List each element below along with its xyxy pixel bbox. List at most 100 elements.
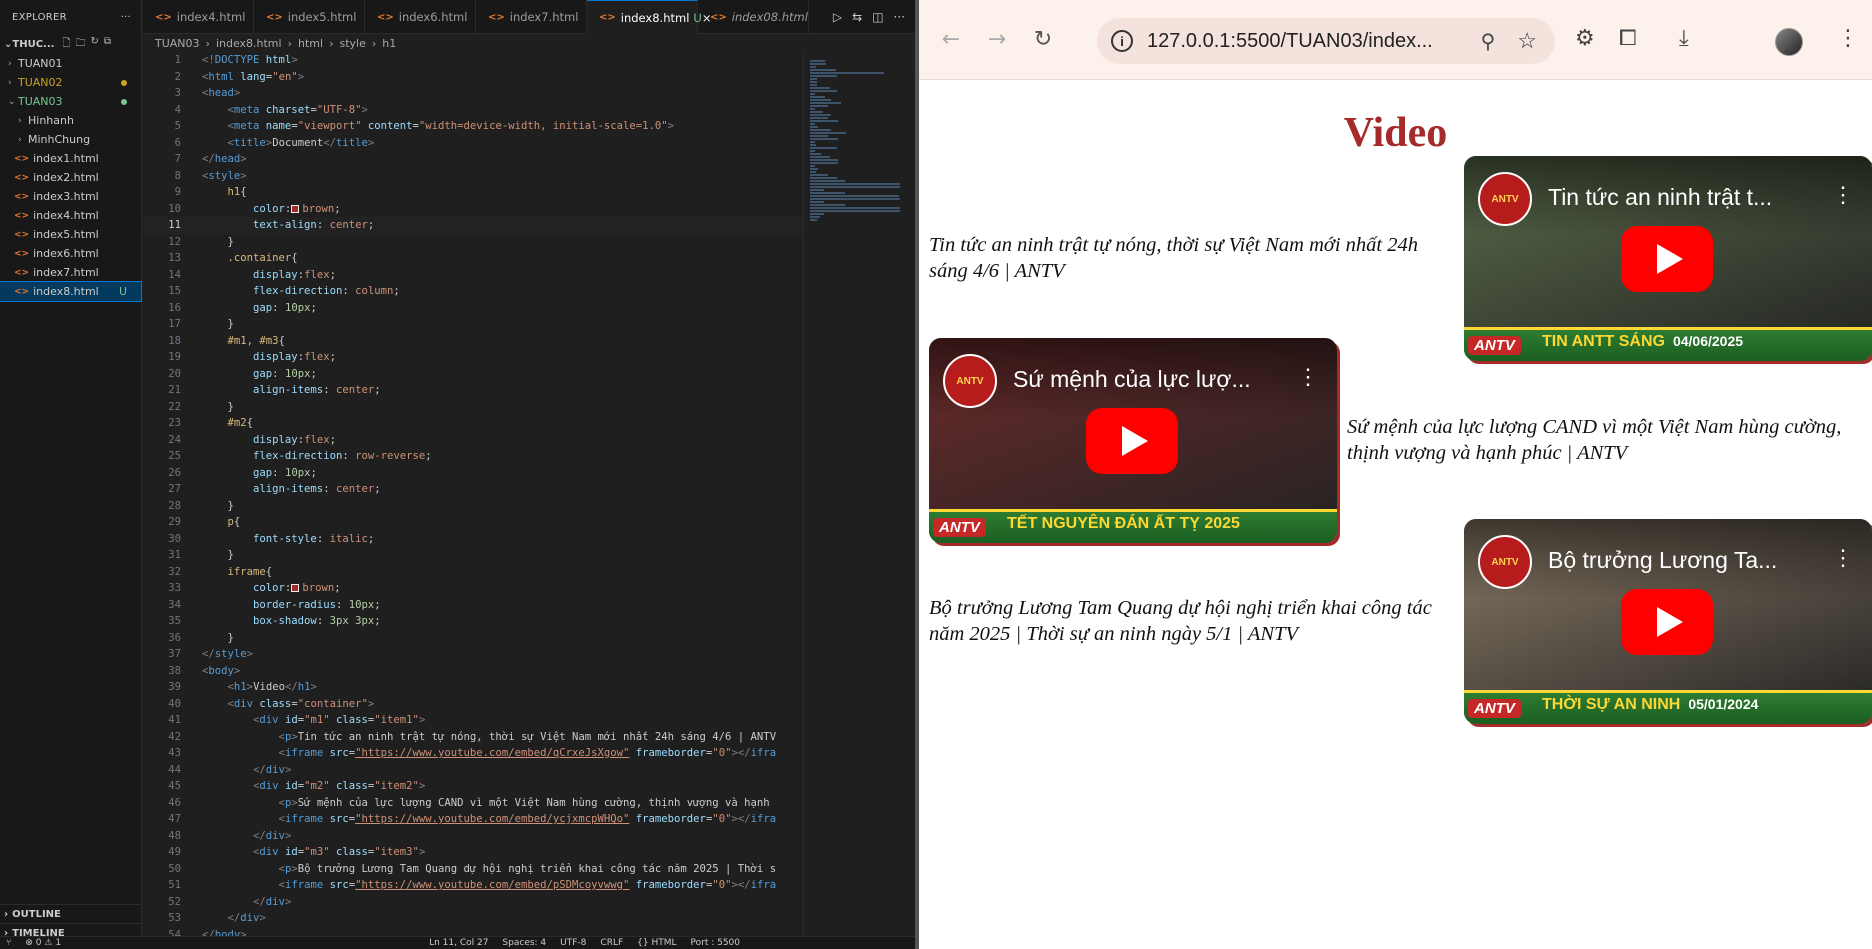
split-editor-icon[interactable]: ◫ — [872, 10, 883, 24]
code-line[interactable]: 48 </div> — [143, 828, 803, 845]
channel-logo[interactable]: ANTV — [943, 354, 997, 408]
folder-item[interactable]: › MinhChung — [0, 130, 141, 149]
channel-logo[interactable]: ANTV — [1478, 172, 1532, 226]
editor-tab[interactable]: <> index5.html — [254, 0, 365, 34]
editor-tab[interactable]: <> index6.html — [365, 0, 476, 34]
code-line[interactable]: 46 <p>Sứ mệnh của lực lượng CAND vì một … — [143, 795, 803, 812]
code-line[interactable]: 4 <meta charset="UTF-8"> — [143, 102, 803, 119]
code-line[interactable]: 33 color: brown; — [143, 580, 803, 597]
youtube-embed[interactable]: ANTV Tin tức an ninh trật t... ⋮ ANTV TIN AN… — [1464, 156, 1872, 361]
profile-avatar[interactable] — [1775, 28, 1803, 56]
editor-tab[interactable]: <> index8.html U × — [587, 0, 711, 34]
breadcrumb-item[interactable]: TUAN03 — [155, 37, 200, 50]
video-title[interactable]: Tin tức an ninh trật t... — [1548, 184, 1828, 211]
editor-tab[interactable]: <> index7.html — [476, 0, 587, 34]
code-line[interactable]: 10 color: brown; — [143, 201, 803, 218]
site-info-icon[interactable]: i — [1111, 30, 1133, 52]
code-line[interactable]: 24 display:flex; — [143, 432, 803, 449]
code-line[interactable]: 20 gap: 10px; — [143, 366, 803, 383]
download-icon[interactable]: ⤓ — [1679, 26, 1689, 51]
more-options-icon[interactable]: ⋮ — [1832, 545, 1854, 571]
url-text[interactable]: 127.0.0.1:5500/TUAN03/index... — [1147, 30, 1433, 53]
more-icon[interactable]: ··· — [894, 10, 905, 24]
code-line[interactable]: 21 align-items: center; — [143, 382, 803, 399]
forward-arrow-icon[interactable]: → — [977, 20, 1017, 60]
code-line[interactable]: 37 </style> — [143, 646, 803, 663]
color-swatch[interactable] — [291, 584, 300, 592]
more-options-icon[interactable]: ⋮ — [1832, 182, 1854, 208]
workspace-root[interactable]: ⌄ THUC... 🗋 🗀 ↻ ⧉ — [0, 34, 141, 54]
editor-tab[interactable]: <> index4.html — [143, 0, 254, 34]
channel-logo[interactable]: ANTV — [1478, 535, 1532, 589]
code-line[interactable]: 18 #m1, #m3{ — [143, 333, 803, 350]
youtube-embed[interactable]: ANTV Sứ mệnh của lực lượ... ⋮ ANTV TẾT NGUYÊ… — [929, 338, 1337, 543]
code-line[interactable]: 30 font-style: italic; — [143, 531, 803, 548]
editor-tab[interactable]: <> index08.html — [698, 0, 809, 34]
file-item[interactable]: <> index1.html — [0, 149, 141, 168]
reload-icon[interactable]: ↻ — [1023, 20, 1063, 60]
code-line[interactable]: 52 </div> — [143, 894, 803, 911]
play-button-icon[interactable] — [1621, 589, 1713, 655]
play-button-icon[interactable] — [1621, 226, 1713, 292]
folder-item[interactable]: ⌄ TUAN03 — [0, 92, 141, 111]
file-item[interactable]: <> index3.html — [0, 187, 141, 206]
minimap[interactable] — [803, 52, 915, 936]
code-line[interactable]: 1 <!DOCTYPE html> — [143, 52, 803, 69]
folder-item[interactable]: › TUAN01 — [0, 54, 141, 73]
file-item[interactable]: <> index5.html — [0, 225, 141, 244]
outline-section[interactable]: › OUTLINE — [0, 904, 142, 923]
status-item[interactable]: {} HTML — [637, 938, 676, 948]
code-line[interactable]: 8 <style> — [143, 168, 803, 185]
file-item[interactable]: <> index7.html — [0, 263, 141, 282]
play-button-icon[interactable] — [1086, 408, 1178, 474]
code-line[interactable]: 9 h1{ — [143, 184, 803, 201]
code-line[interactable]: 23 #m2{ — [143, 415, 803, 432]
status-item[interactable]: Ln 11, Col 27 — [429, 938, 488, 948]
code-line[interactable]: 19 display:flex; — [143, 349, 803, 366]
file-item[interactable]: <> index4.html — [0, 206, 141, 225]
code-line[interactable]: 35 box-shadow: 3px 3px; — [143, 613, 803, 630]
video-title[interactable]: Sứ mệnh của lực lượ... — [1013, 366, 1293, 393]
run-icon[interactable]: ▷ — [833, 10, 842, 24]
code-line[interactable]: 32 iframe{ — [143, 564, 803, 581]
status-item[interactable]: UTF-8 — [560, 938, 586, 948]
code-line[interactable]: 51 <iframe src="https://www.youtube.com/… — [143, 877, 803, 894]
breadcrumb-item[interactable]: html — [298, 37, 323, 50]
code-line[interactable]: 34 border-radius: 10px; — [143, 597, 803, 614]
code-line[interactable]: 6 <title>Document</title> — [143, 135, 803, 152]
status-item[interactable]: Spaces: 4 — [502, 938, 546, 948]
code-line[interactable]: 54 </body> — [143, 927, 803, 937]
new-folder-icon[interactable]: 🗀 — [75, 36, 85, 53]
code-line[interactable]: 36 } — [143, 630, 803, 647]
code-line[interactable]: 17 } — [143, 316, 803, 333]
bookmark-star-icon[interactable]: ☆ — [1517, 28, 1537, 54]
code-line[interactable]: 12 } — [143, 234, 803, 251]
back-arrow-icon[interactable]: ← — [931, 20, 971, 60]
code-line[interactable]: 44 </div> — [143, 762, 803, 779]
code-line[interactable]: 28 } — [143, 498, 803, 515]
code-line[interactable]: 11 text-align: center; — [143, 217, 803, 234]
refresh-icon[interactable]: ↻ — [90, 36, 98, 53]
puzzle-extensions-icon[interactable]: ⧠ — [1619, 26, 1637, 51]
zoom-icon[interactable]: ⚲ — [1481, 29, 1496, 54]
new-file-icon[interactable]: 🗋 — [62, 36, 70, 53]
code-line[interactable]: 53 </div> — [143, 910, 803, 927]
code-editor[interactable]: 1 <!DOCTYPE html> 2 <html lang="en"> 3 <head>… — [143, 52, 803, 936]
color-swatch[interactable] — [291, 204, 300, 213]
folder-item[interactable]: › TUAN02 — [0, 73, 141, 92]
code-line[interactable]: 5 <meta name="viewport" content="width=d… — [143, 118, 803, 135]
code-line[interactable]: 13 .container{ — [143, 250, 803, 267]
more-actions-icon[interactable]: ··· — [121, 12, 131, 23]
collapse-all-icon[interactable]: ⧉ — [104, 36, 111, 53]
branch-icon[interactable]: ⑂ — [6, 938, 11, 948]
video-title[interactable]: Bộ trưởng Lương Ta... — [1548, 547, 1828, 574]
code-line[interactable]: 43 <iframe src="https://www.youtube.com/… — [143, 745, 803, 762]
status-item[interactable]: Port : 5500 — [691, 938, 741, 948]
compare-icon[interactable]: ⇆ — [852, 10, 862, 24]
code-line[interactable]: 7 </head> — [143, 151, 803, 168]
code-line[interactable]: 45 <div id="m2" class="item2"> — [143, 778, 803, 795]
breadcrumb-item[interactable]: style — [339, 37, 365, 50]
problems-icon[interactable]: ⊗ 0 ⚠ 1 — [25, 938, 61, 948]
code-line[interactable]: 27 align-items: center; — [143, 481, 803, 498]
code-line[interactable]: 42 <p>Tin tức an ninh trật tự nóng, thời… — [143, 729, 803, 746]
